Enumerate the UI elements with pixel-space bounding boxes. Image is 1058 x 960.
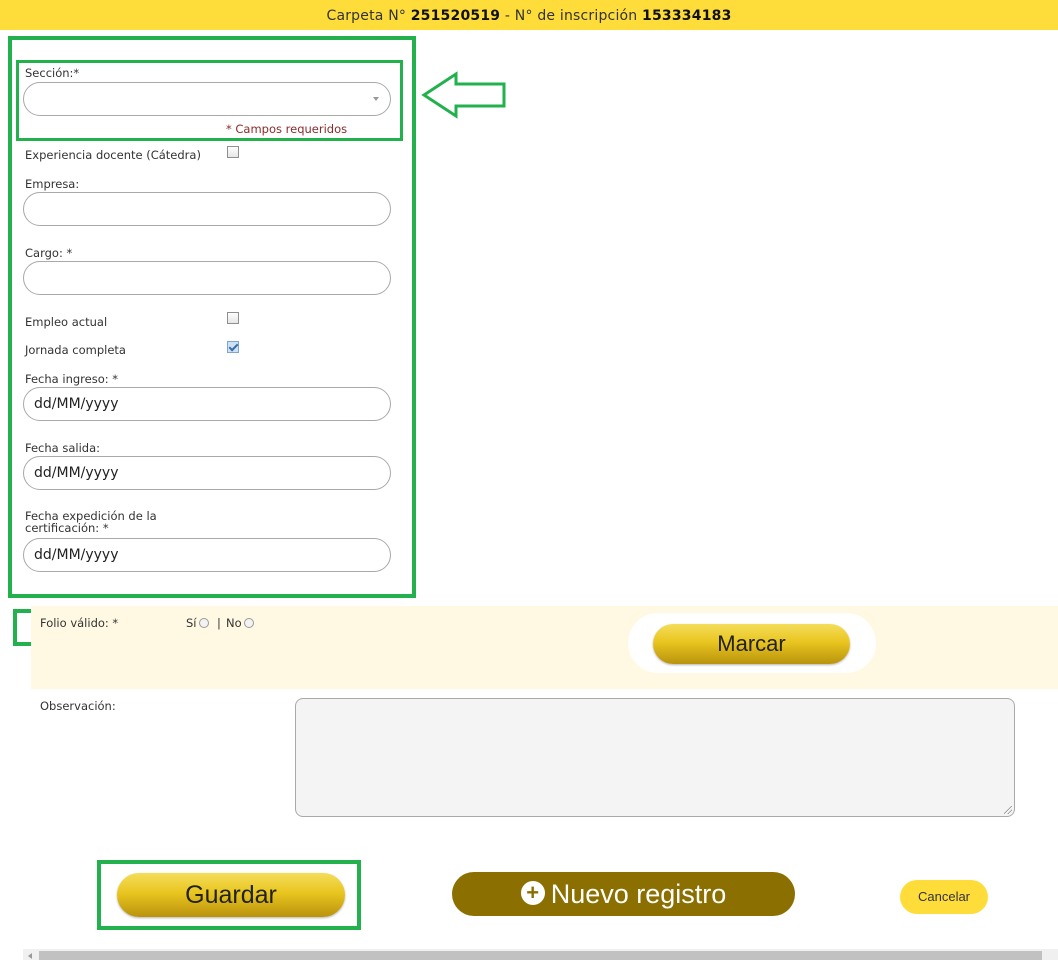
nuevo-registro-label: Nuevo registro xyxy=(550,879,727,909)
required-fields-note: * Campos requeridos xyxy=(226,122,348,136)
folio-no-label: No xyxy=(226,616,242,630)
fecha-salida-label: Fecha salida: xyxy=(25,441,101,455)
jornada-completa-label: Jornada completa xyxy=(25,343,126,357)
fecha-salida-placeholder: dd/MM/yyyy xyxy=(34,465,119,481)
left-arrow-outline-icon xyxy=(421,71,506,119)
carpeta-number: 251520519 xyxy=(410,8,501,24)
nuevo-registro-button[interactable]: + Nuevo registro xyxy=(452,872,795,916)
horizontal-scrollbar[interactable] xyxy=(23,949,1058,960)
observacion-textarea[interactable] xyxy=(295,698,1015,817)
scrollbar-thumb[interactable] xyxy=(39,951,1042,960)
inscripcion-label: N° de inscripción xyxy=(514,8,638,24)
marcar-button[interactable]: Marcar xyxy=(653,624,850,664)
inscripcion-number: 153334183 xyxy=(642,8,732,24)
empresa-label: Empresa: xyxy=(25,177,80,191)
fecha-ingreso-input[interactable]: dd/MM/yyyy xyxy=(23,387,391,421)
fecha-expedicion-label: Fecha expedición de la certificación: * xyxy=(25,510,157,534)
folio-label: Folio válido: * xyxy=(40,616,119,630)
cargo-label: Cargo: * xyxy=(25,246,73,260)
plus-circle-icon: + xyxy=(520,881,545,905)
folio-si-label: Sí xyxy=(186,616,197,630)
empresa-input[interactable] xyxy=(23,192,391,226)
fecha-salida-input[interactable]: dd/MM/yyyy xyxy=(23,456,391,490)
fecha-expedicion-placeholder: dd/MM/yyyy xyxy=(34,547,119,563)
jornada-completa-checkbox[interactable] xyxy=(227,341,239,353)
experiencia-docente-label: Experiencia docente (Cátedra) xyxy=(25,148,201,162)
fecha-ingreso-placeholder: dd/MM/yyyy xyxy=(34,396,119,412)
empleo-actual-checkbox[interactable] xyxy=(227,312,239,324)
header-bar: Carpeta N° 251520519 - N° de inscripción… xyxy=(0,0,1058,30)
cargo-input[interactable] xyxy=(23,261,391,295)
fecha-expedicion-input[interactable]: dd/MM/yyyy xyxy=(23,538,391,572)
observacion-label: Observación: xyxy=(40,699,116,713)
carpeta-label: Carpeta N° xyxy=(326,8,407,24)
header-separator: - xyxy=(504,8,511,24)
experiencia-docente-checkbox[interactable] xyxy=(227,146,239,158)
dropdown-arrow-icon xyxy=(373,97,379,101)
fecha-ingreso-label: Fecha ingreso: * xyxy=(25,372,119,386)
folio-divider: | xyxy=(217,616,221,630)
seccion-select[interactable] xyxy=(23,82,391,116)
folio-si-radio[interactable] xyxy=(199,618,209,628)
folio-no-radio[interactable] xyxy=(244,618,254,628)
scroll-left-icon[interactable] xyxy=(28,953,32,959)
fecha-expedicion-label-line2: certificación: * xyxy=(25,521,109,535)
cancelar-button[interactable]: Cancelar xyxy=(900,880,988,914)
guardar-button[interactable]: Guardar xyxy=(117,873,345,917)
empleo-actual-label: Empleo actual xyxy=(25,315,108,329)
seccion-label: Sección:* xyxy=(25,66,80,80)
resize-handle-icon[interactable] xyxy=(1004,806,1012,814)
